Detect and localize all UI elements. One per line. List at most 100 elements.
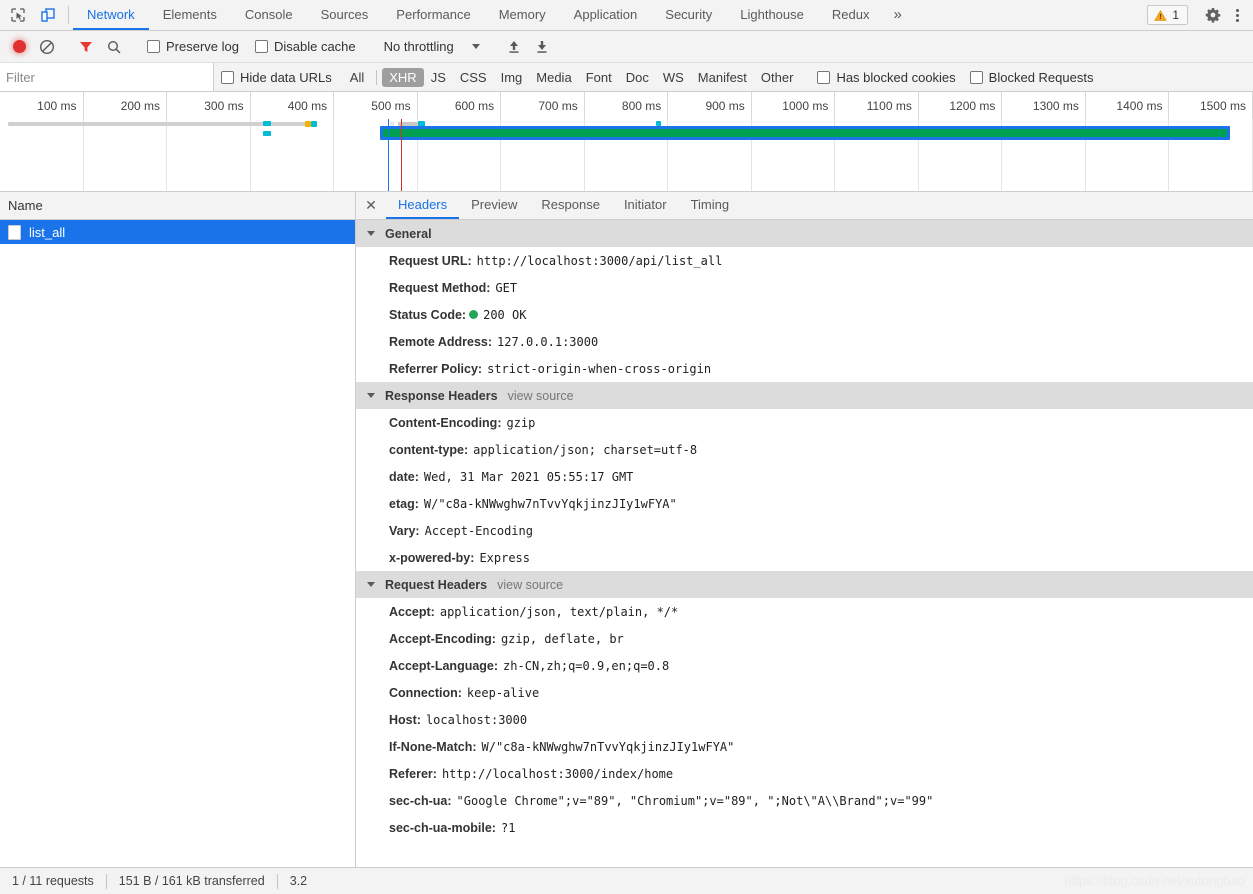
header-key: etag: xyxy=(389,496,419,511)
tab-lighthouse[interactable]: Lighthouse xyxy=(726,0,818,30)
requests-list[interactable]: list_all xyxy=(0,220,355,867)
header-key: sec-ch-ua-mobile: xyxy=(389,820,496,835)
view-source-link[interactable]: view source xyxy=(497,578,563,592)
devtools-main-tabbar: Network Elements Console Sources Perform… xyxy=(0,0,1253,31)
filter-type-img[interactable]: Img xyxy=(494,68,530,87)
timeline-gridline xyxy=(0,119,84,191)
tab-headers[interactable]: Headers xyxy=(386,192,460,219)
filter-funnel-icon xyxy=(80,41,92,52)
filter-type-font[interactable]: Font xyxy=(579,68,619,87)
tab-security[interactable]: Security xyxy=(651,0,726,30)
tab-redux[interactable]: Redux xyxy=(818,0,884,30)
inspect-cursor-icon[interactable] xyxy=(6,3,30,27)
kebab-menu-icon[interactable] xyxy=(1227,8,1247,22)
section-header-request-headers[interactable]: Request Headers view source xyxy=(356,571,1253,598)
filter-type-all[interactable]: All xyxy=(343,68,371,87)
header-key: If-None-Match: xyxy=(389,739,477,754)
network-body: Name list_all ✕ Headers Preview Response… xyxy=(0,192,1253,867)
tab-initiator[interactable]: Initiator xyxy=(612,192,679,219)
toolbar-divider xyxy=(68,6,69,24)
export-har-button[interactable] xyxy=(529,34,555,60)
filter-type-media[interactable]: Media xyxy=(529,68,578,87)
gear-icon[interactable] xyxy=(1201,3,1225,27)
tab-timing[interactable]: Timing xyxy=(679,192,742,219)
header-row: Connection: keep-alive xyxy=(356,679,1253,706)
header-row: date: Wed, 31 Mar 2021 05:55:17 GMT xyxy=(356,463,1253,490)
header-row: Remote Address: 127.0.0.1:3000 xyxy=(356,328,1253,355)
dom-content-loaded-line xyxy=(388,119,389,191)
filter-button[interactable] xyxy=(73,34,99,60)
filter-divider xyxy=(376,69,378,85)
preserve-log-checkbox[interactable]: Preserve log xyxy=(140,39,246,54)
filter-type-xhr[interactable]: XHR xyxy=(382,67,424,87)
tab-performance[interactable]: Performance xyxy=(382,0,484,30)
blocked-requests-checkbox[interactable]: Blocked Requests xyxy=(963,70,1101,85)
filter-type-ws[interactable]: WS xyxy=(656,68,691,87)
header-row: sec-ch-ua-mobile: ?1 xyxy=(356,814,1253,841)
tab-sources[interactable]: Sources xyxy=(307,0,383,30)
search-button[interactable] xyxy=(101,34,127,60)
timeline-tick: 400 ms xyxy=(251,92,335,119)
filter-input[interactable] xyxy=(0,63,214,91)
clear-icon xyxy=(39,39,55,54)
close-icon[interactable]: ✕ xyxy=(356,192,386,219)
header-value: W/"c8a-kNWwghw7nTvvYqkjinzJIy1wFYA" xyxy=(423,496,677,511)
header-row: Status Code: 200 OK xyxy=(356,301,1253,328)
header-value: "Google Chrome";v="89", "Chromium";v="89… xyxy=(456,793,934,808)
view-source-link[interactable]: view source xyxy=(508,389,574,403)
header-value: ?1 xyxy=(500,820,516,835)
header-value: Express xyxy=(479,550,531,565)
tab-response[interactable]: Response xyxy=(529,192,612,219)
headers-content[interactable]: General Request URL: http://localhost:30… xyxy=(356,220,1253,867)
inspect-tools xyxy=(0,0,64,30)
header-row: Accept-Encoding: gzip, deflate, br xyxy=(356,625,1253,652)
filter-type-manifest[interactable]: Manifest xyxy=(691,68,754,87)
filter-type-js[interactable]: JS xyxy=(424,68,453,87)
timeline-tick: 300 ms xyxy=(167,92,251,119)
table-row[interactable]: list_all xyxy=(0,220,355,244)
throttling-select[interactable]: No throttling xyxy=(376,39,488,54)
warning-count-badge[interactable]: 1 xyxy=(1147,5,1188,25)
timeline-ruler: 100 ms 200 ms 300 ms 400 ms 500 ms 600 ms 700 … xyxy=(0,92,1253,119)
header-value: gzip xyxy=(506,415,536,430)
timeline-tick: 700 ms xyxy=(501,92,585,119)
timeline-tick: 200 ms xyxy=(84,92,168,119)
warning-count: 1 xyxy=(1172,8,1179,22)
has-blocked-cookies-checkbox[interactable]: Has blocked cookies xyxy=(810,70,962,85)
section-title: Response Headers xyxy=(385,388,498,403)
header-value: http://localhost:3000/index/home xyxy=(441,766,674,781)
device-toolbar-icon[interactable] xyxy=(36,3,60,27)
tab-application[interactable]: Application xyxy=(560,0,652,30)
tab-elements[interactable]: Elements xyxy=(149,0,231,30)
header-key: Remote Address: xyxy=(389,334,493,349)
network-overview-timeline[interactable]: 100 ms 200 ms 300 ms 400 ms 500 ms 600 ms 700 … xyxy=(0,92,1253,192)
tab-preview[interactable]: Preview xyxy=(459,192,529,219)
requests-column-header[interactable]: Name xyxy=(0,192,355,220)
record-button[interactable] xyxy=(6,34,32,60)
requests-panel: Name list_all xyxy=(0,192,356,867)
hide-data-urls-checkbox[interactable]: Hide data URLs xyxy=(214,70,339,85)
import-har-button[interactable] xyxy=(501,34,527,60)
filter-type-other[interactable]: Other xyxy=(754,68,801,87)
section-header-response-headers[interactable]: Response Headers view source xyxy=(356,382,1253,409)
header-key: Request URL: xyxy=(389,253,472,268)
tab-console[interactable]: Console xyxy=(231,0,307,30)
tab-memory[interactable]: Memory xyxy=(485,0,560,30)
header-value: http://localhost:3000/api/list_all xyxy=(476,253,723,268)
status-bar: 1 / 11 requests 151 B / 161 kB transferr… xyxy=(0,867,1253,894)
header-value: 200 OK xyxy=(483,307,527,322)
timeline-gridline xyxy=(167,119,251,191)
filter-type-doc[interactable]: Doc xyxy=(619,68,656,87)
timeline-gridline xyxy=(84,119,168,191)
clear-button[interactable] xyxy=(34,34,60,60)
timeline-tick: 1000 ms xyxy=(752,92,836,119)
more-tabs-chevron-icon[interactable]: » xyxy=(883,0,911,30)
disable-cache-checkbox[interactable]: Disable cache xyxy=(248,39,363,54)
filter-type-css[interactable]: CSS xyxy=(453,68,494,87)
detail-tabbar: ✕ Headers Preview Response Initiator Tim… xyxy=(356,192,1253,220)
header-row: Accept-Language: zh-CN,zh;q=0.9,en;q=0.8 xyxy=(356,652,1253,679)
has-blocked-cookies-label: Has blocked cookies xyxy=(836,69,956,85)
tab-network[interactable]: Network xyxy=(73,0,149,30)
section-header-general[interactable]: General xyxy=(356,220,1253,247)
header-row: etag: W/"c8a-kNWwghw7nTvvYqkjinzJIy1wFYA… xyxy=(356,490,1253,517)
